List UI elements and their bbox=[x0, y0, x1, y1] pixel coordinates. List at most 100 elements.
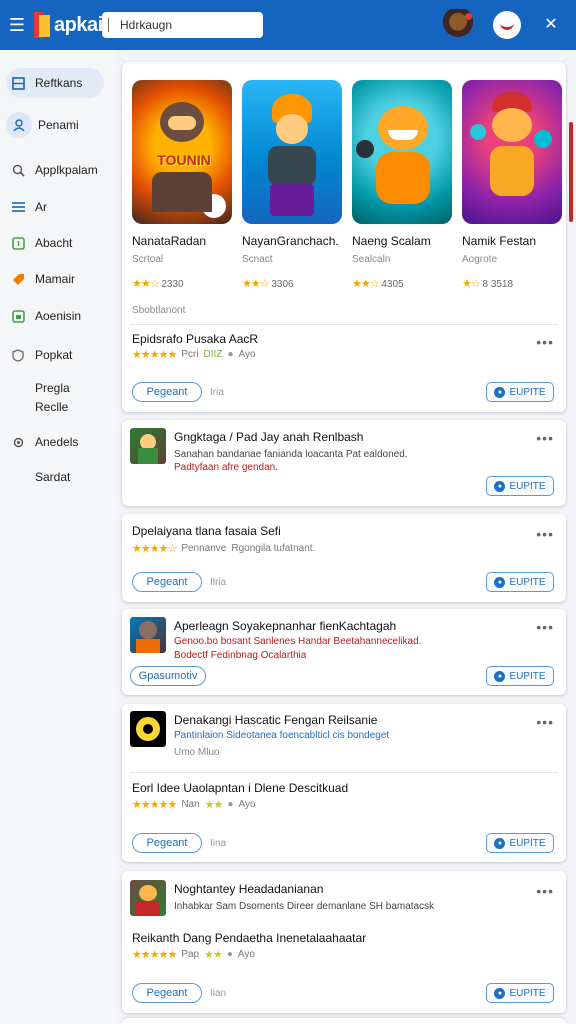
divider bbox=[130, 772, 558, 773]
next-card-peek bbox=[122, 1018, 566, 1024]
hamburger-icon[interactable]: ☰ bbox=[0, 0, 34, 50]
stars-icon: ★★☆ bbox=[352, 278, 380, 290]
app-subtitle[interactable]: Eorl Idee Uaolapntan i Dlene Descitkuad bbox=[132, 781, 348, 795]
game-rating: ★★☆ 3306 bbox=[242, 278, 294, 290]
stars-icon: ★☆ bbox=[462, 278, 481, 290]
app-subtitle[interactable]: Reikanth Dang Pendaetha Inenetalaahaatar bbox=[132, 931, 366, 945]
featured-game[interactable]: NayanGranchach. Scnact ★★☆ 3306 bbox=[242, 80, 342, 290]
app-description: Pantinlaion Sideotanea foencablticl cis … bbox=[174, 730, 390, 741]
more-options-icon[interactable]: ••• bbox=[536, 619, 554, 635]
more-options-icon[interactable]: ••• bbox=[536, 526, 554, 542]
featured-game[interactable]: Namik Festan Aogrote ★☆ 8 3518 bbox=[462, 80, 562, 290]
app-thumbnail[interactable] bbox=[130, 428, 166, 464]
stars-icon: ★★★★★ bbox=[132, 799, 177, 811]
update-icon: ● bbox=[494, 670, 506, 682]
stars-icon: ★★☆ bbox=[242, 278, 270, 290]
pegeant-pill-button[interactable]: Pegeant bbox=[132, 983, 202, 1003]
game-art bbox=[462, 80, 562, 224]
sidebar-item-11[interactable]: Sardat bbox=[35, 468, 70, 486]
app-description: Genoo.bo bosant Sanlenes Handar Beetahan… bbox=[174, 636, 422, 647]
app-meta: ★★★★★ Pcri DIIZ ● Ayo bbox=[132, 349, 256, 361]
sidebar-item-10[interactable]: Anedels bbox=[6, 427, 104, 457]
app-card: Denakangi Hascatic Fengan Reilsanie ••• … bbox=[122, 704, 566, 862]
app-meta: ★★★★★ Pap ★★ ● Ayo bbox=[132, 949, 255, 961]
sidebar-item-4[interactable]: Abacht bbox=[6, 228, 104, 258]
tag-icon bbox=[10, 271, 26, 287]
more-options-icon[interactable]: ••• bbox=[536, 883, 554, 899]
update-button[interactable]: ● EUPITE bbox=[486, 382, 554, 402]
sidebar-item-label: Penami bbox=[38, 118, 79, 132]
game-art bbox=[352, 80, 452, 224]
next-game-peek bbox=[569, 122, 573, 222]
app-description: Sanahan bandanae fanianda loacanta Pat e… bbox=[174, 449, 408, 460]
update-button[interactable]: ● EUPITE bbox=[486, 572, 554, 592]
close-icon[interactable]: ✕ bbox=[538, 13, 564, 37]
more-options-icon[interactable]: ••• bbox=[536, 334, 554, 350]
sidebar-item-2[interactable]: Applkpalam bbox=[6, 155, 104, 185]
more-options-icon[interactable]: ••• bbox=[536, 430, 554, 446]
app-description: Inhabkar Sam Dsoments Direer demanlane S… bbox=[174, 901, 435, 912]
sidebar: Reftkans Penami Applkpalam Ar Abacht Mam… bbox=[0, 50, 116, 1024]
app-title[interactable]: Gngktaga / Pad Jay anah Renlbash bbox=[174, 430, 363, 444]
sidebar-item-6[interactable]: Aoenisin bbox=[6, 301, 104, 331]
pegeant-pill-button[interactable]: Pegeant bbox=[132, 382, 202, 402]
app-description-secondary: Bodectf Fedinbnag Ocalarthia bbox=[174, 650, 307, 661]
stars-icon: ★★☆ bbox=[132, 278, 160, 290]
profile-avatar[interactable] bbox=[493, 11, 521, 39]
app-thumbnail[interactable] bbox=[130, 617, 166, 653]
grid-icon bbox=[10, 75, 26, 91]
update-button[interactable]: ● EUPITE bbox=[486, 833, 554, 853]
app-thumbnail[interactable] bbox=[130, 711, 166, 747]
sidebar-item-5[interactable]: Mamair bbox=[6, 264, 104, 294]
sidebar-item-1[interactable]: Penami bbox=[6, 110, 104, 140]
update-icon: ● bbox=[494, 576, 506, 588]
update-icon: ● bbox=[494, 837, 506, 849]
gear-icon bbox=[10, 434, 26, 450]
logo-text: apkai bbox=[54, 13, 103, 36]
sidebar-item-label: Anedels bbox=[35, 435, 79, 449]
featured-game[interactable]: Naeng Scalam Sealcaln ★★☆ 4305 bbox=[352, 80, 452, 290]
game-title: Naeng Scalam bbox=[352, 234, 431, 248]
pegeant-pill-button[interactable]: Pegeant bbox=[132, 833, 202, 853]
sidebar-item-0[interactable]: Reftkans bbox=[6, 68, 104, 98]
sidebar-item-3[interactable]: Ar bbox=[6, 192, 104, 222]
update-icon: ● bbox=[494, 386, 506, 398]
featured-game[interactable]: TOUNIN NanataRadan Scrtoal ★★☆ 2330 bbox=[132, 80, 232, 290]
app-title[interactable]: Dpelaiyana tlana fasaia Sefi bbox=[132, 524, 281, 538]
app-title[interactable]: Denakangi Hascatic Fengan Reilsanie bbox=[174, 713, 377, 727]
pill-after-text: Ilria bbox=[210, 577, 227, 588]
top-bar: ☰ apkai Hdrkaugn ✕ bbox=[0, 0, 576, 50]
update-icon: ● bbox=[494, 480, 506, 492]
search-input[interactable]: Hdrkaugn bbox=[102, 12, 263, 38]
app-title[interactable]: Aperleagn Soyakepnanhar fienKachtagah bbox=[174, 619, 396, 633]
app-thumbnail[interactable] bbox=[130, 880, 166, 916]
sidebar-item-9[interactable]: Reclle bbox=[35, 398, 68, 416]
more-options-icon[interactable]: ••• bbox=[536, 714, 554, 730]
logo-mark bbox=[34, 12, 50, 38]
upload-icon bbox=[10, 235, 26, 251]
sidebar-item-8[interactable]: Pregla bbox=[35, 379, 70, 397]
sidebar-item-7[interactable]: Popkat bbox=[6, 340, 104, 370]
game-avatar-icon[interactable] bbox=[442, 9, 474, 41]
app-title[interactable]: Epidsrafo Pusaka AacR bbox=[132, 332, 258, 346]
app-logo[interactable]: apkai bbox=[34, 0, 103, 50]
game-subtitle: Scrtoal bbox=[132, 254, 164, 265]
sidebar-item-label: Popkat bbox=[35, 348, 73, 362]
sidebar-item-label: Aoenisin bbox=[35, 309, 82, 323]
update-button[interactable]: ● EUPITE bbox=[486, 666, 554, 686]
pill-after-text: Iria bbox=[210, 387, 224, 398]
game-title: NanataRadan bbox=[132, 234, 207, 248]
update-button[interactable]: ● EUPITE bbox=[486, 476, 554, 496]
stars-icon: ★★★★★ bbox=[132, 349, 177, 361]
update-button[interactable]: ● EUPITE bbox=[486, 983, 554, 1003]
pegeant-pill-button[interactable]: Pegeant bbox=[132, 572, 202, 592]
stars-icon: ★★★★☆ bbox=[132, 543, 177, 555]
featured-games: TOUNIN NanataRadan Scrtoal ★★☆ 2330 Naya… bbox=[132, 80, 562, 290]
game-title: NayanGranchach. bbox=[242, 234, 339, 248]
section-label: Sbobtlanont bbox=[132, 305, 186, 316]
game-rating: ★☆ 8 3518 bbox=[462, 278, 514, 290]
app-title[interactable]: Noghtantey Headadanianan bbox=[174, 882, 323, 896]
featured-card: TOUNIN NanataRadan Scrtoal ★★☆ 2330 Naya… bbox=[122, 62, 573, 412]
status-pill[interactable]: Gpasumotiv bbox=[130, 666, 206, 686]
search-icon bbox=[10, 162, 26, 178]
